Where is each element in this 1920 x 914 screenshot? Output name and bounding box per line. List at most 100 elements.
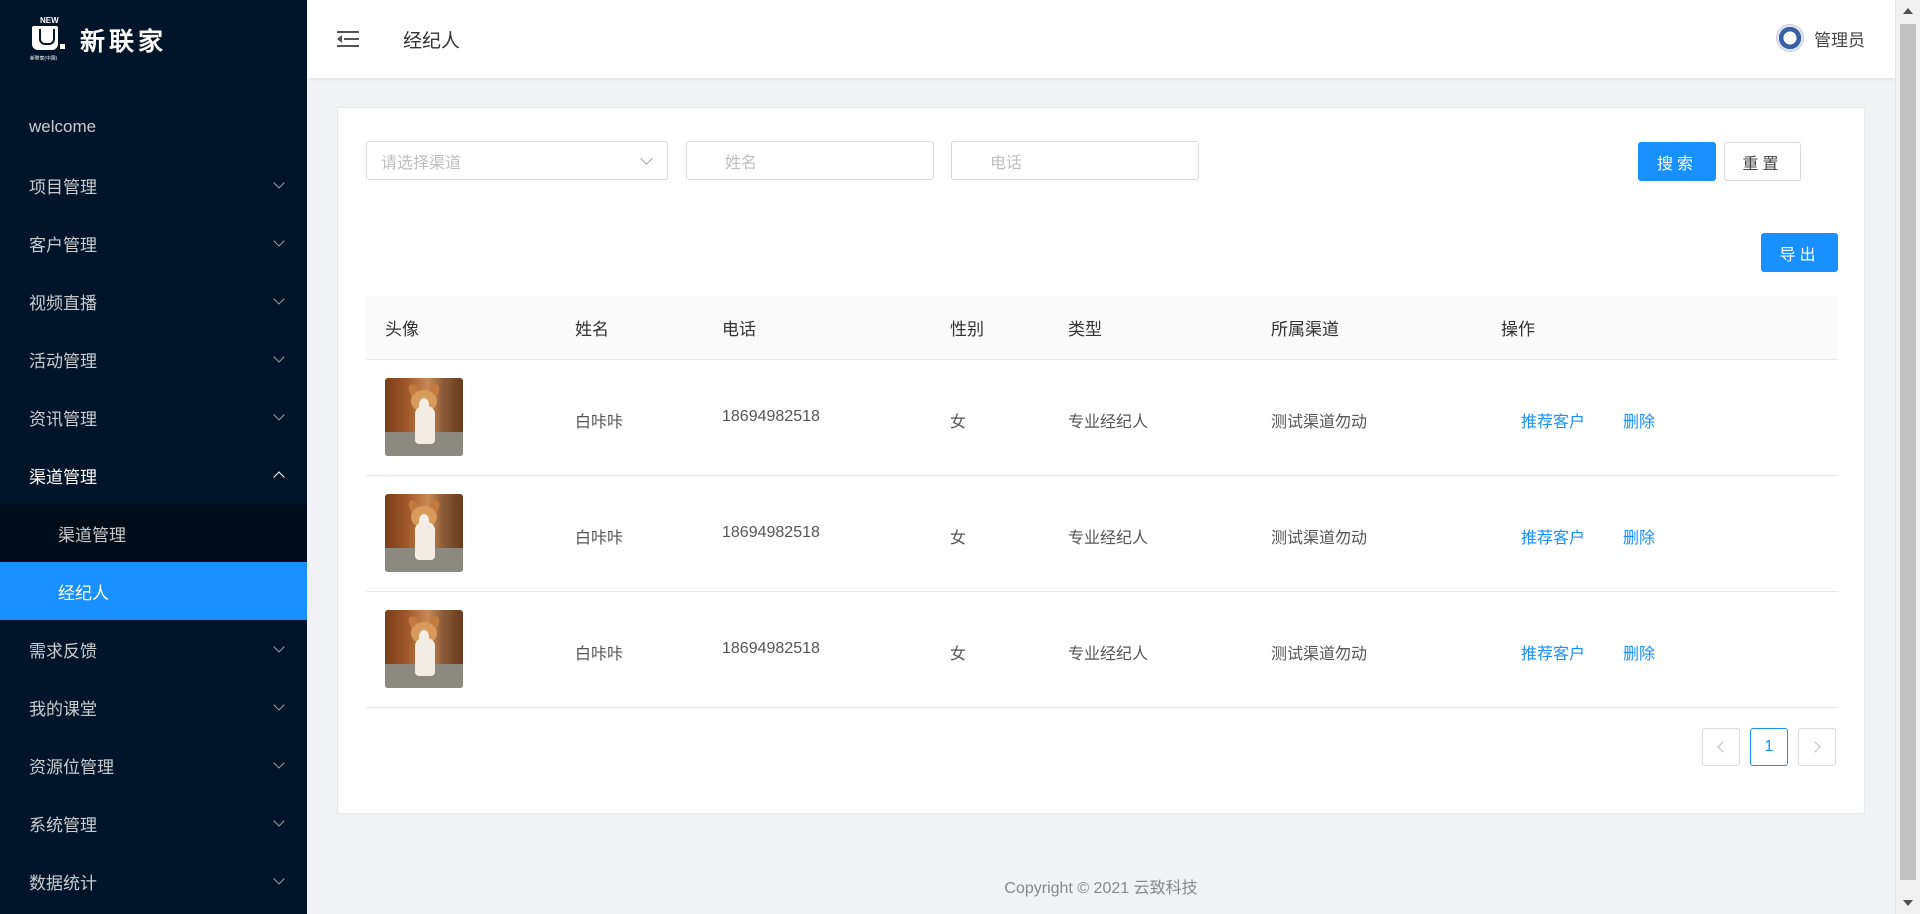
chevron-down-icon — [273, 873, 285, 885]
phone-input[interactable]: 电话 — [951, 141, 1199, 180]
content-card: 请选择渠道 姓名 电话 搜索 重置 导出 头像 姓名 电话 性别 类型 所属渠道… — [337, 107, 1865, 814]
export-button[interactable]: 导出 — [1761, 233, 1838, 272]
sidebar-subitem-agents[interactable]: 经纪人 — [0, 562, 307, 620]
chevron-down-icon — [273, 293, 285, 305]
sidebar-item-label: 经纪人 — [58, 583, 109, 603]
agent-type: 专业经纪人 — [1068, 646, 1149, 663]
name-input-placeholder: 姓名 — [725, 154, 758, 172]
phone-input-placeholder: 电话 — [990, 154, 1023, 172]
sidebar-item-label: 我的课堂 — [29, 699, 97, 719]
agent-name: 白咔咔 — [575, 414, 624, 431]
agents-table: 头像 姓名 电话 性别 类型 所属渠道 操作 白咔咔 18694982518 女… — [366, 296, 1838, 708]
chevron-down-icon — [273, 699, 285, 711]
chevron-down-icon — [640, 152, 653, 165]
sidebar: NEW 新联家(中国) 新联家 welcome 项目管理 客户管理 视频直播 活… — [0, 0, 307, 914]
recommend-customer-link[interactable]: 推荐客户 — [1521, 408, 1585, 432]
footer-copyright: Copyright © 2021 云致科技 — [1004, 880, 1198, 897]
chevron-down-icon — [273, 641, 285, 653]
pagination-prev-button[interactable] — [1702, 728, 1740, 766]
vertical-scrollbar[interactable] — [1895, 0, 1920, 914]
table-row: 白咔咔 18694982518 女 专业经纪人 测试渠道勿动 推荐客户 删除 — [366, 476, 1838, 592]
table-row: 白咔咔 18694982518 女 专业经纪人 测试渠道勿动 推荐客户 删除 — [366, 592, 1838, 708]
scroll-up-arrow-icon[interactable] — [1903, 8, 1913, 14]
agent-name: 白咔咔 — [575, 530, 624, 547]
agent-avatar — [385, 610, 463, 688]
sidebar-item-label: welcome — [29, 117, 97, 136]
chevron-left-icon — [1717, 741, 1729, 753]
chevron-down-icon — [273, 409, 285, 421]
sidebar-item-label: 客户管理 — [29, 235, 97, 255]
chevron-down-icon — [273, 235, 285, 247]
sidebar-item-label: 渠道管理 — [58, 525, 126, 545]
agent-phone: 18694982518 — [722, 408, 820, 425]
sidebar-item-live-video[interactable]: 视频直播 — [0, 272, 307, 330]
pagination-page-button[interactable]: 1 — [1750, 728, 1788, 766]
sidebar-item-activities[interactable]: 活动管理 — [0, 330, 307, 388]
agent-channel: 测试渠道勿动 — [1271, 530, 1368, 547]
agent-gender: 女 — [950, 414, 967, 431]
sidebar-item-statistics[interactable]: 数据统计 — [0, 852, 307, 910]
column-header-avatar: 头像 — [385, 320, 419, 339]
reset-button[interactable]: 重置 — [1724, 142, 1801, 181]
agent-gender: 女 — [950, 530, 967, 547]
channels-submenu: 渠道管理 经纪人 — [0, 504, 307, 620]
sidebar-item-news[interactable]: 资讯管理 — [0, 388, 307, 446]
agent-avatar — [385, 378, 463, 456]
page-title: 经纪人 — [403, 30, 461, 52]
column-header-name: 姓名 — [575, 320, 609, 339]
channel-select[interactable]: 请选择渠道 — [366, 141, 668, 180]
column-header-phone: 电话 — [722, 320, 756, 339]
brand-logo-icon: NEW 新联家(中国) — [30, 16, 66, 62]
sidebar-item-projects[interactable]: 项目管理 — [0, 156, 307, 214]
sidebar-menu: welcome 项目管理 客户管理 视频直播 活动管理 资讯管理 渠道管理 渠道… — [0, 98, 307, 910]
sidebar-item-customers[interactable]: 客户管理 — [0, 214, 307, 272]
name-input[interactable]: 姓名 — [686, 141, 934, 180]
agent-gender: 女 — [950, 646, 967, 663]
sidebar-item-label: 需求反馈 — [29, 641, 97, 661]
sidebar-item-classroom[interactable]: 我的课堂 — [0, 678, 307, 736]
table-header: 头像 姓名 电话 性别 类型 所属渠道 操作 — [366, 296, 1838, 360]
agent-name: 白咔咔 — [575, 646, 624, 663]
agent-channel: 测试渠道勿动 — [1271, 646, 1368, 663]
scroll-down-arrow-icon[interactable] — [1903, 900, 1913, 906]
sidebar-item-channels[interactable]: 渠道管理 — [0, 446, 307, 504]
pagination-next-button[interactable] — [1798, 728, 1836, 766]
avatar — [1776, 24, 1804, 52]
sidebar-subitem-channel-management[interactable]: 渠道管理 — [0, 504, 307, 562]
search-button[interactable]: 搜索 — [1638, 142, 1716, 181]
column-header-channel: 所属渠道 — [1271, 320, 1339, 339]
agent-phone: 18694982518 — [722, 640, 820, 657]
sidebar-item-label: 活动管理 — [29, 351, 97, 371]
sidebar-item-label: 渠道管理 — [29, 467, 97, 487]
scrollbar-thumb[interactable] — [1900, 24, 1916, 880]
sidebar-item-system[interactable]: 系统管理 — [0, 794, 307, 852]
chevron-down-icon — [273, 177, 285, 189]
delete-link[interactable]: 删除 — [1623, 640, 1655, 664]
brand-name: 新联家 — [80, 27, 168, 56]
chevron-up-icon — [273, 471, 285, 483]
sidebar-item-resource-slots[interactable]: 资源位管理 — [0, 736, 307, 794]
sidebar-item-label: 资源位管理 — [29, 757, 114, 777]
agent-phone: 18694982518 — [722, 524, 820, 541]
column-header-type: 类型 — [1068, 320, 1102, 339]
chevron-down-icon — [273, 815, 285, 827]
delete-link[interactable]: 删除 — [1623, 524, 1655, 548]
channel-select-placeholder: 请选择渠道 — [381, 154, 462, 172]
sidebar-item-welcome[interactable]: welcome — [0, 98, 307, 156]
menu-fold-icon[interactable] — [337, 30, 359, 48]
agent-type: 专业经纪人 — [1068, 414, 1149, 431]
delete-link[interactable]: 删除 — [1623, 408, 1655, 432]
chevron-right-icon — [1809, 741, 1821, 753]
sidebar-item-feedback[interactable]: 需求反馈 — [0, 620, 307, 678]
logo[interactable]: NEW 新联家(中国) 新联家 — [0, 0, 307, 80]
recommend-customer-link[interactable]: 推荐客户 — [1521, 640, 1585, 664]
chevron-down-icon — [273, 757, 285, 769]
recommend-customer-link[interactable]: 推荐客户 — [1521, 524, 1585, 548]
user-menu[interactable]: 管理员 — [1776, 24, 1865, 52]
agent-avatar — [385, 494, 463, 572]
table-row: 白咔咔 18694982518 女 专业经纪人 测试渠道勿动 推荐客户 删除 — [366, 360, 1838, 476]
agent-channel: 测试渠道勿动 — [1271, 414, 1368, 431]
sidebar-item-label: 数据统计 — [29, 873, 97, 893]
user-name: 管理员 — [1814, 30, 1865, 50]
column-header-gender: 性别 — [950, 320, 984, 339]
